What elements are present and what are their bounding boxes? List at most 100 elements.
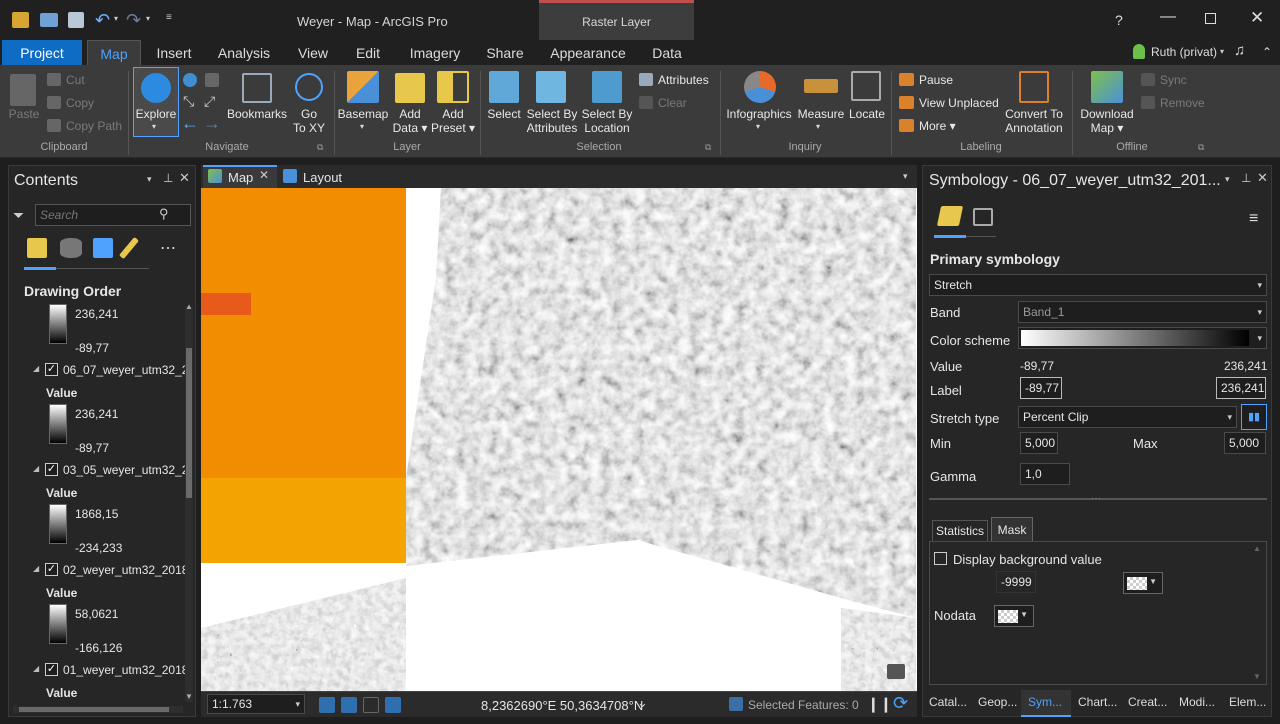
redo-icon[interactable]: ↷ [126, 10, 141, 31]
scale-dropdown-icon[interactable]: ▾ [295, 695, 300, 713]
primary-symbology-tab-icon[interactable] [936, 206, 964, 226]
min-input[interactable]: 5,000 [1020, 432, 1058, 454]
tab-analysis[interactable]: Analysis [210, 40, 278, 65]
renderer-dropdown-icon[interactable]: ▾ [1257, 275, 1262, 295]
mask-scroll-up-icon[interactable]: ▲ [1253, 544, 1261, 553]
offline-launcher-icon[interactable]: ⧉ [1198, 142, 1204, 153]
contents-options-icon[interactable]: ▾ [147, 174, 152, 185]
locate-button[interactable]: Locate [845, 107, 889, 121]
tab-view[interactable]: View [290, 40, 336, 65]
band-dropdown[interactable]: Band_1 ▾ [1018, 301, 1267, 323]
close-button[interactable]: ✕ [1250, 8, 1264, 28]
filter-icon[interactable]: ⏷ [13, 207, 24, 224]
stretch-type-dropdown[interactable]: Percent Clip ▾ [1018, 406, 1237, 428]
customize-qat-icon[interactable]: ≡ [166, 12, 172, 23]
grid-icon[interactable] [341, 697, 357, 713]
expand-icon[interactable]: ◢ [33, 564, 39, 573]
map-canvas[interactable] [201, 188, 917, 691]
basemap-dropdown-icon[interactable]: ▾ [360, 122, 364, 131]
symbology-menu-icon[interactable]: ≡ [1249, 210, 1258, 228]
layer-visibility-checkbox[interactable]: ✓ [45, 363, 58, 376]
background-value-input[interactable]: -9999 [996, 571, 1036, 593]
close-pane-icon[interactable]: ✕ [179, 170, 190, 186]
globe-icon[interactable] [183, 73, 197, 87]
expand-icon[interactable]: ◢ [33, 464, 39, 473]
infographics-dropdown-icon[interactable]: ▾ [756, 122, 760, 131]
search-icon[interactable]: ⚲ [159, 206, 169, 222]
maximize-button[interactable] [1205, 13, 1216, 24]
pause-button[interactable]: Pause [919, 73, 953, 87]
undo-icon[interactable]: ↶ [95, 10, 110, 31]
attributes-button[interactable]: Attributes [658, 73, 709, 87]
tab-element[interactable]: Elem... [1229, 695, 1266, 709]
max-input[interactable]: 5,000 [1224, 432, 1266, 454]
constraints-icon[interactable] [363, 697, 379, 713]
goto-xy-button[interactable]: Go To XY [290, 107, 328, 135]
tab-mask[interactable]: Mask [991, 517, 1033, 542]
label-max-input[interactable]: 236,241 [1216, 377, 1266, 399]
tab-insert[interactable]: Insert [147, 40, 201, 65]
tab-edit[interactable]: Edit [346, 40, 390, 65]
tab-catalog[interactable]: Catal... [929, 695, 967, 709]
chat-icon[interactable] [887, 664, 905, 679]
histogram-button[interactable]: ▮▮ [1241, 404, 1267, 430]
download-map-button[interactable]: Download Map ▾ [1076, 107, 1138, 135]
map-tab-label[interactable]: Map [228, 170, 253, 185]
tab-appearance[interactable]: Appearance [547, 40, 629, 65]
layer-visibility-checkbox[interactable]: ✓ [45, 663, 58, 676]
view-unplaced-button[interactable]: View Unplaced [919, 96, 999, 110]
selection-launcher-icon[interactable]: ⧉ [705, 142, 711, 153]
select-button[interactable]: Select [483, 107, 525, 121]
renderer-dropdown[interactable]: Stretch ▾ [929, 274, 1267, 296]
tab-imagery[interactable]: Imagery [403, 40, 467, 65]
layer-name[interactable]: 02_weyer_utm32_2018 [63, 563, 185, 577]
label-min-input[interactable]: -89,77 [1020, 377, 1062, 399]
tab-statistics[interactable]: Statistics [932, 520, 988, 542]
paste-button[interactable]: Paste [6, 107, 42, 121]
tab-create[interactable]: Creat... [1128, 695, 1167, 709]
expand-icon[interactable]: ◢ [33, 664, 39, 673]
navigate-launcher-icon[interactable]: ⧉ [317, 142, 323, 153]
map-tabs-dropdown-icon[interactable]: ▾ [903, 171, 908, 182]
snapping-icon[interactable] [319, 697, 335, 713]
cut-button[interactable]: Cut [66, 73, 85, 87]
pin-icon[interactable]: ⊥ [163, 171, 173, 185]
map-view-icon[interactable] [205, 73, 219, 87]
horizontal-scrollbar-thumb[interactable] [19, 707, 169, 712]
tab-chart[interactable]: Chart... [1078, 695, 1117, 709]
data-source-icon[interactable] [60, 238, 82, 258]
color-scheme-dropdown-icon[interactable]: ▾ [1257, 328, 1262, 348]
scroll-down-icon[interactable]: ▼ [185, 692, 193, 701]
correction-icon[interactable] [385, 697, 401, 713]
ribbon-collapse-icon[interactable]: ⌃ [1262, 45, 1272, 59]
band-dropdown-icon[interactable]: ▾ [1257, 302, 1262, 322]
selected-features-count[interactable]: Selected Features: 0 [748, 698, 859, 712]
mask-scroll-down-icon[interactable]: ▼ [1253, 672, 1261, 681]
splitter-grip-icon[interactable]: ··· [1091, 493, 1101, 504]
copy-path-button[interactable]: Copy Path [66, 119, 122, 133]
convert-annotation-button[interactable]: Convert To Annotation [1000, 107, 1068, 135]
tab-data[interactable]: Data [645, 40, 689, 65]
bookmarks-button[interactable]: Bookmarks [224, 107, 290, 121]
secondary-symbology-tab-icon[interactable] [973, 208, 993, 226]
scale-selector[interactable]: 1:1.763 ▾ [207, 694, 305, 714]
scroll-up-icon[interactable]: ▲ [185, 302, 193, 311]
full-extent-icon[interactable]: ⤡ [183, 93, 194, 110]
copy-button[interactable]: Copy [66, 96, 94, 110]
color-picker-dropdown-icon[interactable]: ▼ [1149, 577, 1157, 586]
layer-name[interactable]: 03_05_weyer_utm32_20 [63, 463, 185, 477]
color-picker-dropdown-icon[interactable]: ▼ [1020, 610, 1028, 619]
sync-button[interactable]: Sync [1160, 73, 1187, 87]
tab-project[interactable]: Project [2, 40, 82, 65]
forward-arrow-icon[interactable]: → [203, 113, 221, 134]
notification-bell-icon[interactable]: ♫ [1234, 42, 1245, 59]
stretch-dropdown-icon[interactable]: ▾ [1227, 407, 1232, 427]
add-preset-button[interactable]: Add Preset ▾ [430, 107, 476, 135]
tab-geoprocessing[interactable]: Geop... [978, 695, 1017, 709]
remove-button[interactable]: Remove [1160, 96, 1205, 110]
save-icon[interactable] [12, 12, 29, 28]
basemap-button[interactable]: Basemap [336, 107, 390, 121]
vertical-scrollbar-thumb[interactable] [186, 348, 192, 498]
map-tab-close-icon[interactable]: ✕ [259, 168, 269, 182]
nodata-color-picker[interactable]: ▼ [994, 605, 1034, 627]
